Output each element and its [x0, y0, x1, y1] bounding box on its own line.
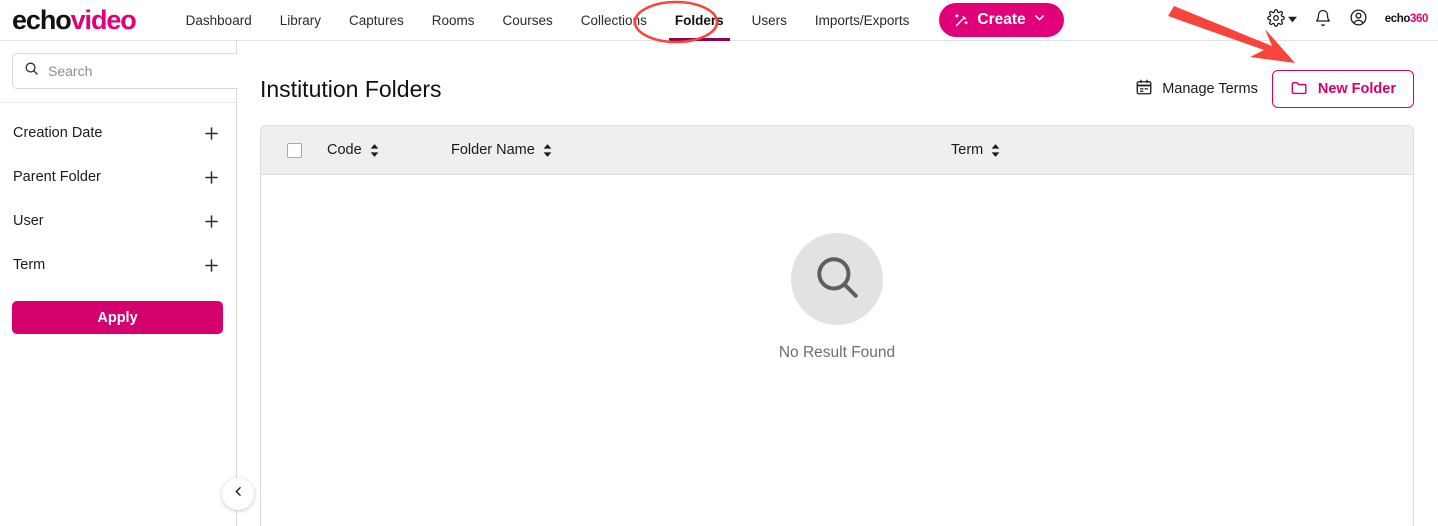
search-row: [0, 41, 263, 103]
filter-group-term[interactable]: Term: [0, 243, 236, 287]
nav-item-label: Dashboard: [185, 12, 252, 28]
filters-sidebar: Creation Date Parent Folder User Term: [0, 41, 263, 526]
notifications-button[interactable]: [1314, 9, 1332, 32]
column-header-code[interactable]: Code: [327, 142, 451, 158]
folders-table: Code Folder Name Term No Result Found: [260, 125, 1414, 526]
filter-group-user[interactable]: User: [0, 199, 236, 243]
search-icon: [812, 252, 862, 307]
create-button-label: Create: [977, 11, 1026, 28]
column-header-label: Term: [951, 142, 984, 158]
filter-group-creation-date[interactable]: Creation Date: [0, 111, 236, 155]
plus-icon[interactable]: [200, 122, 222, 144]
filter-group-label: Term: [13, 257, 46, 273]
nav-links: Dashboard Library Captures Rooms Courses…: [172, 0, 924, 41]
filter-group-label: Parent Folder: [13, 169, 101, 185]
settings-button[interactable]: [1266, 8, 1297, 32]
sort-icon[interactable]: [369, 143, 380, 158]
user-circle-icon: [1349, 8, 1368, 32]
bell-icon: [1314, 9, 1332, 32]
apply-wrapper: Apply: [0, 287, 236, 334]
sort-icon[interactable]: [542, 143, 553, 158]
magic-wand-icon: [953, 12, 970, 29]
sort-icon[interactable]: [990, 143, 1001, 158]
account-button[interactable]: [1349, 8, 1368, 32]
nav-item-users[interactable]: Users: [738, 0, 801, 41]
manage-terms-button[interactable]: Manage Terms: [1135, 78, 1258, 100]
filter-group-list: Creation Date Parent Folder User Term: [0, 103, 236, 287]
gear-icon: [1266, 8, 1285, 32]
nav-item-label: Users: [751, 12, 787, 28]
column-header-folder-name[interactable]: Folder Name: [451, 142, 951, 158]
nav-item-captures[interactable]: Captures: [335, 0, 418, 41]
logo-text-video: video: [70, 4, 137, 35]
caret-down-icon: [1287, 11, 1297, 29]
nav-item-label: Rooms: [431, 12, 475, 28]
collapse-sidebar-button[interactable]: [222, 478, 254, 510]
empty-state-text: No Result Found: [778, 344, 896, 361]
nav-item-dashboard[interactable]: Dashboard: [172, 0, 266, 41]
column-header-label: Code: [327, 142, 362, 158]
plus-icon[interactable]: [200, 166, 222, 188]
search-icon: [24, 61, 39, 81]
nav-item-label: Collections: [580, 12, 647, 28]
main-content: Institution Folders Manage Terms New Fol…: [238, 41, 1438, 526]
nav-item-courses[interactable]: Courses: [489, 0, 567, 41]
echovideo-logo[interactable]: echovideo: [12, 4, 137, 35]
page-header: Institution Folders Manage Terms New Fol…: [238, 41, 1438, 117]
app-root: echovideo Dashboard Library Captures Roo…: [0, 0, 1438, 526]
new-folder-button[interactable]: New Folder: [1271, 70, 1414, 108]
filter-group-label: Creation Date: [13, 125, 103, 141]
filter-group-label: User: [13, 213, 44, 229]
echo360-logo: echo360: [1384, 13, 1429, 26]
select-all-checkbox[interactable]: [286, 142, 302, 158]
nav-item-collections[interactable]: Collections: [567, 0, 661, 41]
logo-text-echo: echo: [12, 4, 72, 35]
select-all-cell: [261, 142, 327, 158]
filter-group-parent-folder[interactable]: Parent Folder: [0, 155, 236, 199]
create-button[interactable]: Create: [939, 3, 1064, 37]
nav-item-label: Courses: [502, 12, 553, 28]
search-input[interactable]: [48, 63, 229, 79]
nav-item-library[interactable]: Library: [266, 0, 335, 41]
folder-icon: [1290, 78, 1309, 101]
nav-item-rooms[interactable]: Rooms: [418, 0, 489, 41]
plus-icon[interactable]: [200, 254, 222, 276]
column-header-label: Folder Name: [451, 142, 535, 158]
nav-item-imports-exports[interactable]: Imports/Exports: [801, 0, 924, 41]
corner-logo-text-echo: echo: [1384, 13, 1411, 26]
nav-item-label: Folders: [674, 12, 724, 28]
page-title: Institution Folders: [260, 75, 442, 102]
table-header-row: Code Folder Name Term: [261, 126, 1413, 175]
nav-item-label: Imports/Exports: [814, 12, 910, 28]
new-folder-label: New Folder: [1317, 81, 1396, 97]
search-box[interactable]: [12, 53, 241, 89]
apply-filters-button[interactable]: Apply: [12, 301, 223, 334]
corner-logo-text-360: 360: [1410, 13, 1428, 26]
empty-state-icon-circle: [791, 233, 883, 325]
nav-right-icons: echo360: [1266, 8, 1429, 32]
column-header-term[interactable]: Term: [951, 142, 1211, 158]
nav-item-label: Library: [279, 12, 321, 28]
manage-terms-label: Manage Terms: [1162, 81, 1258, 97]
empty-state: No Result Found: [261, 175, 1413, 362]
chevron-left-icon: [232, 485, 245, 503]
top-navigation-bar: echovideo Dashboard Library Captures Roo…: [0, 0, 1438, 41]
calendar-icon: [1135, 78, 1153, 100]
nav-item-folders[interactable]: Folders: [661, 0, 738, 41]
nav-item-label: Captures: [348, 12, 404, 28]
page-header-actions: Manage Terms New Folder: [1135, 70, 1414, 108]
chevron-down-icon: [1033, 11, 1046, 29]
plus-icon[interactable]: [200, 210, 222, 232]
